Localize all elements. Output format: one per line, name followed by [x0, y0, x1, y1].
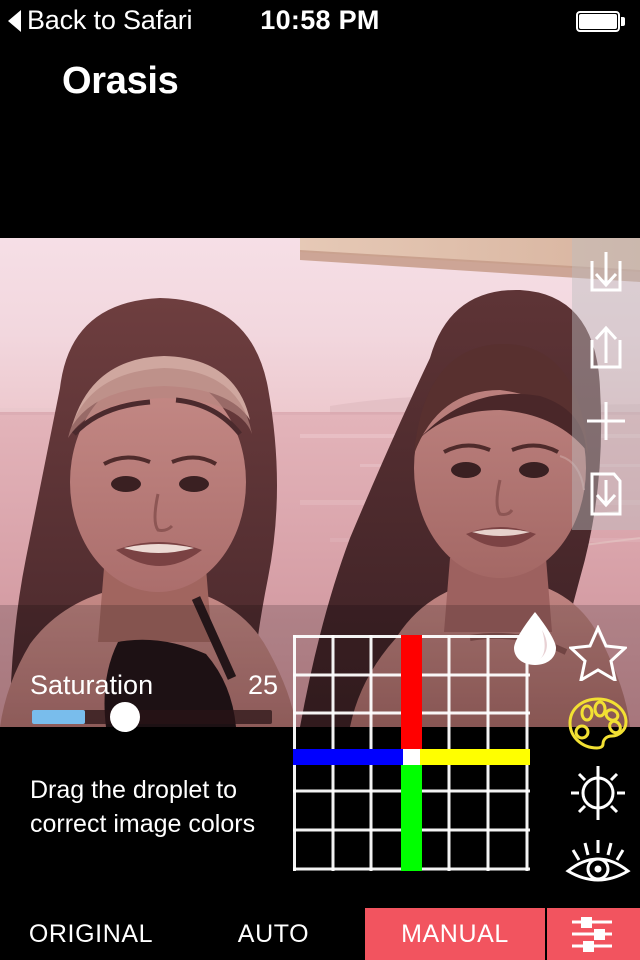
download-button[interactable] — [572, 238, 640, 311]
palette-icon — [568, 697, 628, 750]
eye-icon — [565, 840, 631, 882]
droplet-icon — [514, 612, 556, 665]
photo-toolbar — [572, 238, 640, 530]
color-correction-grid[interactable] — [293, 635, 530, 871]
battery-full-icon — [576, 11, 626, 32]
share-up-icon — [590, 325, 622, 368]
color-tool-button[interactable] — [558, 688, 638, 758]
status-time: 10:58 PM — [260, 4, 380, 35]
brightness-icon — [571, 766, 625, 820]
color-grid-canvas — [293, 635, 530, 871]
page-title: Orasis — [62, 60, 179, 102]
plus-icon — [587, 401, 625, 440]
favorite-tool-button[interactable] — [558, 618, 638, 688]
add-button[interactable] — [572, 384, 640, 457]
saturation-value: 25 — [247, 670, 278, 700]
detail-tool-button[interactable] — [558, 828, 638, 898]
sliders-button[interactable] — [547, 908, 640, 960]
battery-nub — [621, 17, 625, 26]
download-tray-icon — [590, 251, 622, 291]
axis-red — [401, 635, 422, 752]
axis-yellow — [420, 749, 530, 765]
hint-text: Drag the droplet to correct image colors — [30, 776, 256, 838]
droplet-handle[interactable] — [511, 610, 559, 666]
tab-original[interactable]: ORIGINAL — [0, 908, 182, 960]
tab-bar: ORIGINAL AUTO MANUAL — [0, 908, 640, 960]
status-bar: Back to Safari 10:58 PM — [0, 0, 640, 40]
star-icon — [569, 625, 627, 681]
save-document-icon — [590, 472, 622, 515]
exposure-tool-button[interactable] — [558, 758, 638, 828]
slider-fill — [32, 710, 85, 724]
axis-green — [401, 763, 422, 871]
tab-manual[interactable]: MANUAL — [365, 908, 545, 960]
share-button[interactable] — [572, 311, 640, 384]
sliders-icon — [571, 917, 612, 952]
slider-thumb[interactable] — [110, 702, 140, 732]
saturation-label: Saturation — [30, 670, 154, 700]
app-root: Back to Safari 10:58 PM Orasis Saturatio… — [0, 0, 640, 960]
battery-fill — [579, 14, 617, 29]
axis-blue — [293, 749, 403, 765]
axis-center — [403, 749, 420, 765]
tab-auto[interactable]: AUTO — [182, 908, 365, 960]
saturation-slider[interactable] — [32, 702, 272, 732]
save-as-button[interactable] — [572, 457, 640, 530]
